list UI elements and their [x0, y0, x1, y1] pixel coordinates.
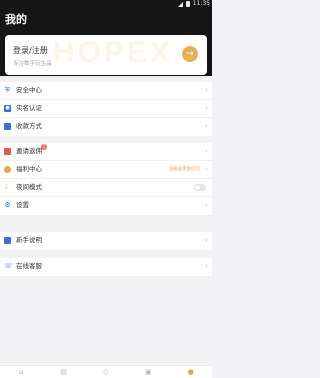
battery-icon [185, 1, 190, 7]
menu-item-label: 新手说明 [16, 236, 42, 244]
menu-group-help: 新手说明 › [0, 232, 212, 250]
menu-item-label: 设置 [16, 201, 29, 209]
toggle-knob [195, 185, 200, 190]
login-register-link[interactable]: 登录/注册 [13, 45, 48, 56]
wallet-icon [4, 123, 11, 130]
signal-icon [177, 1, 183, 7]
status-bar: 11:35 [177, 0, 210, 8]
menu-item-label: 福利中心 [16, 165, 42, 173]
arrow-right-icon[interactable]: → [182, 46, 198, 62]
login-subtitle: 专注数字衍生品 [13, 61, 52, 67]
chevron-right-icon: › [204, 85, 208, 94]
menu-item-payment-method[interactable]: 收款方式 › [0, 118, 212, 136]
home-icon[interactable]: ⌂ [16, 367, 26, 377]
brand-watermark: HOPEX [53, 36, 174, 69]
menu-item-security-center[interactable]: ⛨ 安全中心 › [0, 82, 212, 100]
id-card-icon: ● [4, 105, 11, 112]
notification-badge: 1 [41, 144, 47, 150]
coin-icon [4, 166, 11, 173]
menu-item-label: 收款方式 [16, 122, 42, 130]
menu-item-label: 实名认证 [16, 104, 42, 112]
menu-item-label: 邀请返佣 [16, 147, 42, 155]
chevron-right-icon: › [204, 261, 208, 270]
menu-item-welfare-center[interactable]: 福利中心 注册送现金红包 › [0, 161, 212, 179]
menu-item-label: 在线客服 [16, 262, 42, 270]
menu-item-label: 夜间模式 [16, 183, 42, 191]
trade-icon[interactable]: ◇ [101, 367, 111, 377]
chevron-right-icon: › [204, 146, 208, 155]
menu-group-support: ☏ 在线客服 › [0, 258, 212, 276]
moon-icon: ☾ [4, 183, 11, 191]
menu-item-settings[interactable]: ⚙ 设置 › [0, 197, 212, 215]
chevron-right-icon: › [204, 103, 208, 112]
asset-icon[interactable]: ▣ [143, 367, 153, 377]
book-icon [4, 237, 11, 244]
promo-note: 注册送现金红包 [168, 167, 201, 172]
menu-item-online-support[interactable]: ☏ 在线客服 › [0, 258, 212, 276]
night-mode-toggle[interactable] [194, 184, 206, 191]
shield-icon: ⛨ [4, 86, 11, 94]
gear-icon: ⚙ [4, 201, 11, 209]
menu-item-invite-rebate[interactable]: 邀请返佣 1 › [0, 143, 212, 161]
chevron-right-icon: › [204, 200, 208, 209]
menu-item-label: 安全中心 [16, 86, 42, 94]
menu-item-night-mode: ☾ 夜间模式 [0, 179, 212, 197]
menu-group-features: 邀请返佣 1 › 福利中心 注册送现金红包 › ☾ 夜间模式 ⚙ 设置 › [0, 143, 212, 215]
menu-item-real-name[interactable]: ● 实名认证 › [0, 100, 212, 118]
market-icon[interactable]: ▤ [59, 367, 69, 377]
chevron-right-icon: › [204, 121, 208, 130]
status-time: 11:35 [192, 0, 210, 7]
login-card[interactable]: HOPEX 登录/注册 专注数字衍生品 → [5, 35, 207, 75]
headset-icon: ☏ [4, 262, 13, 270]
menu-item-beginner-guide[interactable]: 新手说明 › [0, 232, 212, 250]
profile-icon[interactable]: ● [186, 367, 196, 377]
chevron-right-icon: › [204, 235, 208, 244]
bottom-tab-bar: ⌂ ▤ ◇ ▣ ● [0, 365, 212, 378]
gift-icon [4, 148, 11, 155]
page-title: 我的 [5, 14, 27, 26]
chevron-right-icon: › [204, 164, 208, 173]
menu-group-account: ⛨ 安全中心 › ● 实名认证 › 收款方式 › [0, 82, 212, 136]
